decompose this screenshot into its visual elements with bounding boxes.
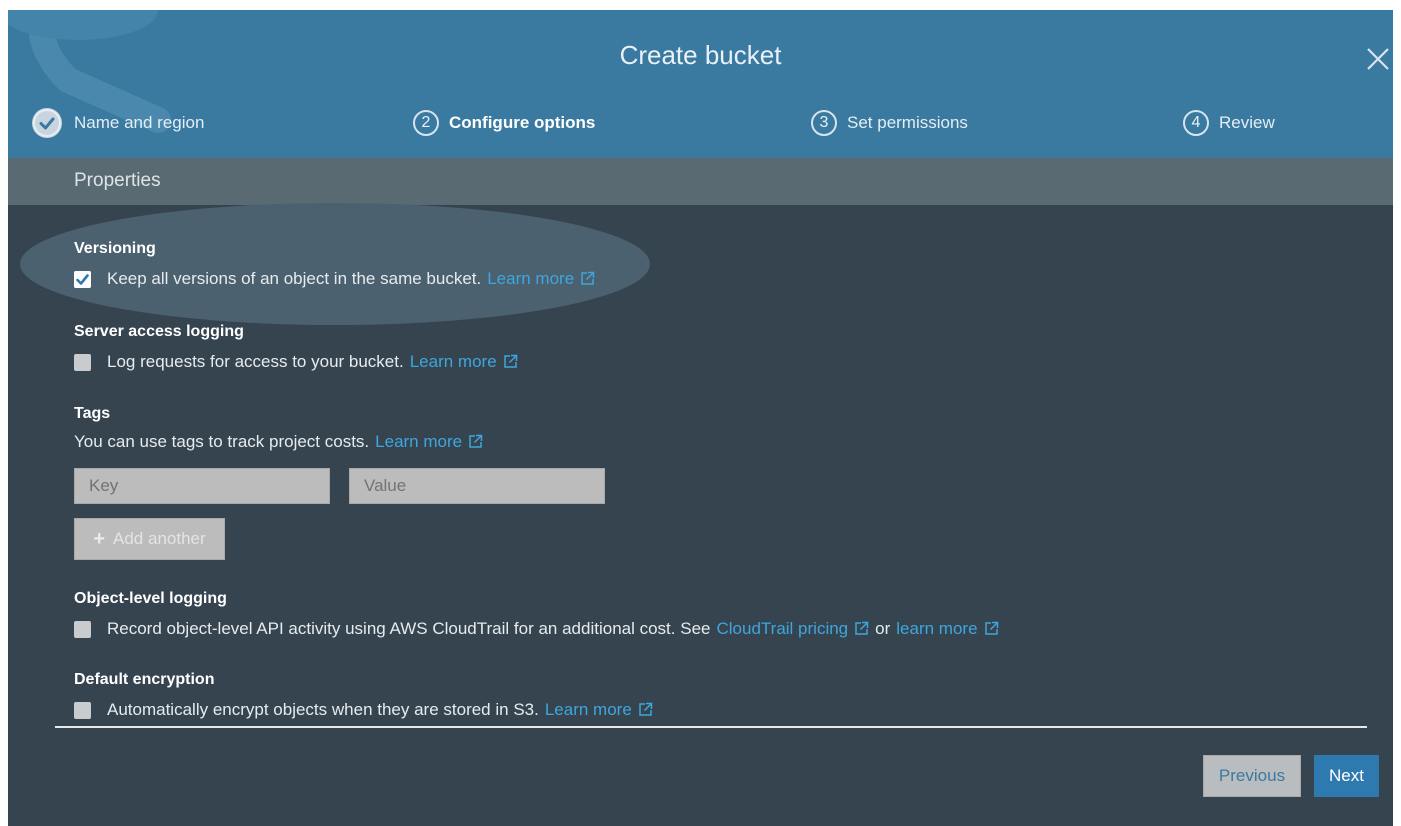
object-level-logging-title: Object-level logging xyxy=(74,590,227,607)
default-encryption-row: Automatically encrypt objects when they … xyxy=(74,700,653,720)
versioning-checkbox[interactable] xyxy=(74,270,91,288)
server-access-logging-title: Server access logging xyxy=(74,323,244,340)
step-label: Name and region xyxy=(74,113,205,132)
versioning-text: Keep all versions of an object in the sa… xyxy=(107,269,482,288)
tags-text: You can use tags to track project costs. xyxy=(74,432,370,451)
default-encryption-title: Default encryption xyxy=(74,671,215,688)
object-level-logging-text: Record object-level API activity using A… xyxy=(107,619,711,638)
server-access-logging-learn-more-link[interactable]: Learn more xyxy=(410,352,518,372)
default-encryption-text: Automatically encrypt objects when they … xyxy=(107,700,539,719)
step-name-and-region[interactable]: Name and region xyxy=(32,107,204,139)
external-link-icon xyxy=(469,434,483,448)
plus-icon: + xyxy=(93,527,106,550)
server-access-logging-checkbox[interactable] xyxy=(74,353,91,371)
object-level-logging-checkbox[interactable] xyxy=(74,620,91,638)
wizard-steps: Name and region 2 Configure options 3 Se… xyxy=(8,107,1393,139)
default-encryption-learn-more-link[interactable]: Learn more xyxy=(545,700,653,720)
link-text: learn more xyxy=(896,619,978,638)
next-button[interactable]: Next xyxy=(1314,755,1379,797)
external-link-icon xyxy=(855,621,869,635)
object-level-logging-row: Record object-level API activity using A… xyxy=(74,619,999,639)
tag-value-input[interactable] xyxy=(349,468,605,504)
check-circle-icon xyxy=(32,108,62,138)
tag-key-input[interactable] xyxy=(74,468,330,504)
properties-section-header: Properties xyxy=(8,158,1393,205)
server-access-logging-text: Log requests for access to your bucket. xyxy=(107,352,404,371)
modal-header: Create bucket Name and region 2 Configur… xyxy=(8,10,1393,158)
check-icon xyxy=(74,270,91,288)
step-label: Set permissions xyxy=(847,113,968,132)
add-another-tag-button[interactable]: + Add another xyxy=(74,518,225,560)
modal-title: Create bucket xyxy=(619,40,782,70)
cloudtrail-pricing-link[interactable]: CloudTrail pricing xyxy=(716,619,869,639)
link-text: Learn more xyxy=(544,700,632,719)
add-another-label: Add another xyxy=(113,529,206,548)
external-link-icon xyxy=(503,354,517,368)
link-text: Learn more xyxy=(409,352,497,371)
step-review[interactable]: 4 Review xyxy=(1183,107,1275,139)
object-level-logging-learn-more-link[interactable]: learn more xyxy=(896,619,998,639)
close-icon xyxy=(1367,48,1389,70)
step-configure-options[interactable]: 2 Configure options xyxy=(413,107,595,139)
step-label: Configure options xyxy=(449,113,596,132)
step-number: 2 xyxy=(413,110,439,136)
create-bucket-modal: Create bucket Name and region 2 Configur… xyxy=(8,10,1393,826)
link-text: Learn more xyxy=(375,432,463,451)
default-encryption-checkbox[interactable] xyxy=(74,701,91,719)
section-title: Properties xyxy=(74,170,161,191)
step-number: 4 xyxy=(1183,110,1209,136)
link-text: Learn more xyxy=(487,269,575,288)
footer-divider xyxy=(55,726,1367,728)
versioning-row: Keep all versions of an object in the sa… xyxy=(74,269,595,289)
step-set-permissions[interactable]: 3 Set permissions xyxy=(811,107,968,139)
server-access-logging-row: Log requests for access to your bucket. … xyxy=(74,352,518,372)
close-button[interactable] xyxy=(1363,44,1393,74)
tags-row: You can use tags to track project costs.… xyxy=(74,432,483,452)
external-link-icon xyxy=(581,271,595,285)
versioning-title: Versioning xyxy=(74,240,156,257)
connector-text: or xyxy=(875,619,891,638)
link-text: CloudTrail pricing xyxy=(716,619,849,638)
external-link-icon xyxy=(984,621,998,635)
versioning-highlight xyxy=(20,203,650,325)
previous-button[interactable]: Previous xyxy=(1203,755,1301,797)
versioning-learn-more-link[interactable]: Learn more xyxy=(487,269,595,289)
step-label: Review xyxy=(1219,113,1275,132)
tags-title: Tags xyxy=(74,405,111,422)
external-link-icon xyxy=(639,702,653,716)
tags-learn-more-link[interactable]: Learn more xyxy=(375,432,483,452)
step-number: 3 xyxy=(811,110,837,136)
